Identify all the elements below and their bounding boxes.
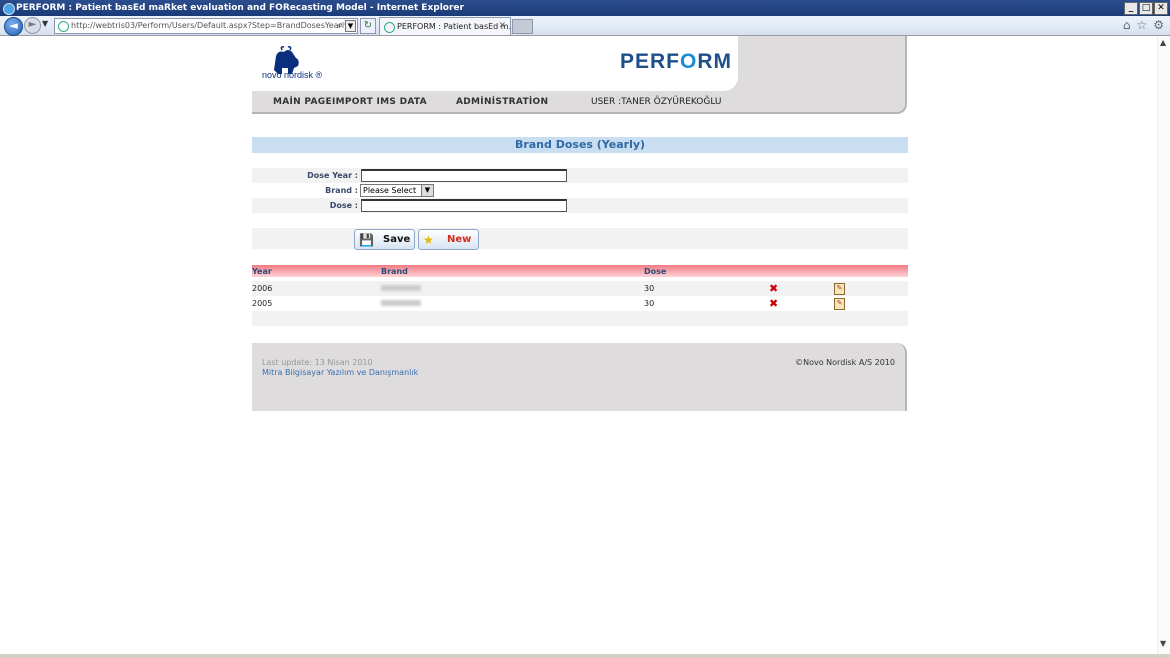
vertical-scrollbar[interactable]: ▲ ▼ [1157, 36, 1170, 654]
history-dropdown-icon[interactable]: ▼ [42, 19, 48, 28]
column-brand[interactable]: Brand [381, 265, 408, 279]
logo-text: novo nordisk ® [262, 70, 323, 80]
search-icon[interactable]: ⌕ [337, 19, 343, 33]
copyright-text: ©Novo Nordisk A/S 2010 [795, 358, 895, 367]
tab-perform[interactable]: PERFORM : Patient basEd m... ✕ [379, 17, 516, 35]
minimize-button[interactable]: _ [1124, 2, 1138, 15]
delete-icon[interactable]: ✖ [769, 298, 778, 309]
column-year[interactable]: Year [252, 265, 272, 279]
menu-import-ims-data[interactable]: IMPORT IMS DATA [332, 97, 427, 107]
page-header: novo nordisk ® PERFORM MAİN PAGE IMPORT … [252, 36, 907, 114]
url-text[interactable]: http://webtris03/Perform/Users/Default.a… [71, 19, 349, 33]
brand-select[interactable]: Please Select ▼ [360, 184, 434, 197]
menu-main-page[interactable]: MAİN PAGE [273, 97, 332, 107]
column-dose[interactable]: Dose [644, 265, 666, 279]
brand-select-value[interactable]: Please Select [363, 185, 416, 196]
scroll-up-icon[interactable]: ▲ [1160, 38, 1166, 47]
cell-brand-redacted [381, 300, 421, 306]
section-title-bar: Brand Doses (Yearly) [252, 137, 908, 153]
cell-year: 2005 [252, 299, 273, 308]
dose-label: Dose : [329, 201, 358, 210]
home-icon[interactable]: ⌂ [1123, 18, 1131, 32]
address-bar[interactable]: http://webtris03/Perform/Users/Default.a… [54, 18, 358, 34]
window-title-bar: PERFORM : Patient basEd maRket evaluatio… [0, 0, 1170, 16]
maximize-button[interactable]: □ [1139, 2, 1153, 15]
chevron-down-icon[interactable]: ▼ [421, 185, 433, 196]
new-button[interactable]: ★ New [418, 229, 479, 250]
address-dropdown-icon[interactable]: ▼ [345, 20, 356, 32]
back-button[interactable]: ◄ [4, 17, 23, 36]
close-button[interactable]: ✕ [1154, 2, 1168, 15]
brand-label: Brand : [325, 186, 358, 195]
forward-button[interactable]: ► [24, 17, 41, 34]
page-title: Brand Doses (Yearly) [514, 138, 646, 151]
ie-icon [3, 3, 15, 15]
floppy-save-icon: 💾 [359, 233, 374, 247]
dose-row: Dose : [252, 198, 908, 213]
status-bar [0, 654, 1170, 658]
grid-footer-row [252, 311, 908, 326]
table-row: 2006 30 ✖ ✎ [252, 281, 908, 296]
header-logo-area: novo nordisk ® PERFORM [252, 36, 738, 91]
dose-year-label: Dose Year : [307, 171, 358, 180]
refresh-icon[interactable]: ↻ [360, 18, 376, 34]
edit-icon[interactable]: ✎ [834, 298, 845, 310]
form-spacer-row [252, 213, 908, 228]
edit-icon[interactable]: ✎ [834, 283, 845, 295]
cell-brand-redacted [381, 285, 421, 291]
browser-toolbar: ◄ ► ▼ http://webtris03/Perform/Users/Def… [0, 16, 1170, 36]
form-spacer-row [252, 153, 908, 168]
page-footer: Last update: 13 Nisan 2010 Mitra Bilgisa… [252, 343, 907, 411]
menu-administration[interactable]: ADMİNİSTRATİON [456, 97, 548, 107]
new-label[interactable]: New [447, 230, 471, 249]
table-row: 2005 30 ✖ ✎ [252, 296, 908, 311]
tab-page-icon [384, 22, 395, 33]
dose-year-input[interactable] [361, 169, 567, 182]
star-new-icon: ★ [423, 233, 434, 247]
tab-close-icon[interactable]: ✕ [498, 18, 506, 35]
save-button[interactable]: 💾 Save [354, 229, 415, 250]
dose-input[interactable] [361, 199, 567, 212]
page-icon [58, 21, 69, 32]
favorites-star-icon[interactable]: ☆ [1136, 18, 1147, 32]
brand-row: Brand : Please Select ▼ [252, 183, 908, 198]
scroll-down-icon[interactable]: ▼ [1160, 639, 1166, 648]
cell-year: 2006 [252, 284, 273, 293]
grid-header: Year Brand Dose [252, 265, 908, 277]
user-label: USER :TANER ÖZYÜREKOĞLU [591, 97, 722, 107]
cell-dose: 30 [644, 299, 655, 308]
cell-dose: 30 [644, 284, 655, 293]
save-label[interactable]: Save [383, 230, 410, 249]
dose-year-row: Dose Year : [252, 168, 908, 183]
new-tab-button[interactable] [512, 19, 533, 34]
delete-icon[interactable]: ✖ [769, 283, 778, 294]
button-row: 💾 Save ★ New [252, 228, 908, 250]
last-update-text: Last update: 13 Nisan 2010 [262, 358, 373, 367]
window-title: PERFORM : Patient basEd maRket evaluatio… [16, 3, 464, 13]
perform-brand-title: PERFORM [620, 50, 733, 73]
company-link[interactable]: Mitra Bilgisayar Yazılım ve Danışmanlık [262, 368, 418, 377]
gear-icon[interactable]: ⚙ [1153, 18, 1164, 32]
